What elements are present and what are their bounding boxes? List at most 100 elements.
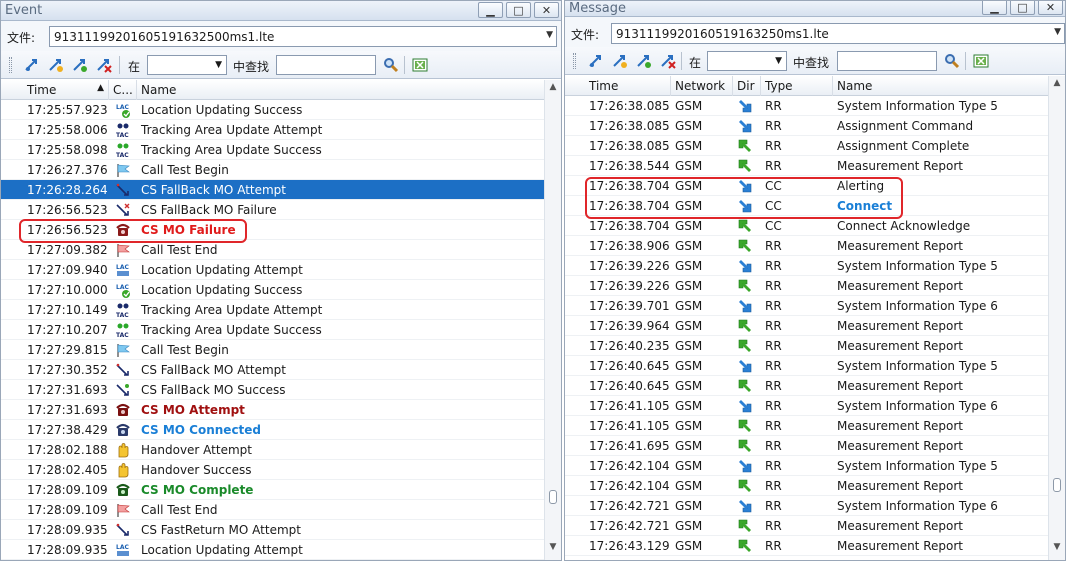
message-row[interactable]: 17:26:38.085 GSM RR Assignment Complete [565,136,1065,156]
column-header-category[interactable]: C... [109,80,137,100]
lac-icon: LAC [115,262,131,278]
event-row[interactable]: 17:26:27.376 Call Test Begin [1,160,561,180]
remove-filter-button[interactable] [95,56,113,74]
close-button[interactable]: ✕ [534,2,559,18]
add-filter-button[interactable] [71,56,89,74]
event-time: 17:26:28.264 [27,183,108,197]
message-row[interactable]: 17:26:38.085 GSM RR Assignment Command [565,116,1065,136]
search-button[interactable] [382,56,400,74]
toolbar-grip[interactable] [573,53,576,69]
search-input[interactable] [837,51,937,71]
message-row[interactable]: 17:26:43.129 GSM RR Measurement Report [565,536,1065,556]
event-row[interactable]: 17:28:09.935 LAC Location Updating Attempt [1,540,561,560]
event-row[interactable]: 17:27:10.207 TAC Tracking Area Update Succ… [1,320,561,340]
event-row[interactable]: 17:27:09.382 Call Test End [1,240,561,260]
event-row[interactable]: 17:28:09.109 CS MO Complete [1,480,561,500]
find-prev-button[interactable] [587,52,605,70]
message-row[interactable]: 17:26:38.704 GSM CC Alerting [565,176,1065,196]
add-filter-button[interactable] [635,52,653,70]
event-row[interactable]: 17:25:58.098 TAC Tracking Area Update Succ… [1,140,561,160]
scroll-up-icon[interactable]: ▲ [545,82,561,98]
event-grid: Time ▲ C... Name 17:25:57.923 LAC Location … [1,80,561,560]
toolbar-grip[interactable] [9,57,12,73]
message-row[interactable]: 17:26:40.235 GSM RR Measurement Report [565,336,1065,356]
maximize-button[interactable]: □ [506,2,531,18]
event-row[interactable]: 17:27:29.815 Call Test Begin [1,340,561,360]
column-header-name[interactable]: Name [833,76,1051,96]
scroll-down-icon[interactable]: ▼ [1049,542,1065,558]
event-row[interactable]: 17:25:57.923 LAC Location Updating Success [1,100,561,120]
find-next-button[interactable] [611,52,629,70]
event-row[interactable]: 17:27:30.352 CS FallBack MO Attempt [1,360,561,380]
event-name: CS MO Attempt [141,403,245,417]
column-select[interactable]: ▼ [147,55,227,75]
message-vscrollbar[interactable]: ▲ ▼ [1048,76,1065,560]
message-row[interactable]: 17:26:38.544 GSM RR Measurement Report [565,156,1065,176]
event-row[interactable]: 17:28:02.405 Handover Success [1,460,561,480]
message-row[interactable]: 17:26:42.104 GSM RR System Information Type… [565,456,1065,476]
message-row[interactable]: 17:26:42.721 GSM RR Measurement Report [565,516,1065,536]
scroll-down-icon[interactable]: ▼ [545,542,561,558]
message-row[interactable]: 17:26:38.085 GSM RR System Information Type… [565,96,1065,116]
minimize-button[interactable]: ▁ [982,1,1007,15]
scroll-thumb[interactable] [1053,478,1061,492]
maximize-button[interactable]: □ [1010,1,1035,15]
message-row[interactable]: 17:26:40.645 GSM RR System Information Type… [565,356,1065,376]
message-row[interactable]: 17:26:38.704 GSM CC Connect Acknowledge [565,216,1065,236]
search-icon [384,58,399,73]
close-button[interactable]: ✕ [1038,1,1063,15]
column-header-type[interactable]: Type [761,76,833,96]
message-row[interactable]: 17:26:39.964 GSM RR Measurement Report [565,316,1065,336]
column-header-name[interactable]: Name [137,80,545,100]
scroll-up-icon[interactable]: ▲ [1049,78,1065,94]
message-row[interactable]: 17:26:39.701 GSM RR System Information Type… [565,296,1065,316]
message-row[interactable]: 17:26:39.226 GSM RR System Information Type… [565,256,1065,276]
find-prev-button[interactable] [23,56,41,74]
event-row[interactable]: 17:27:09.940 LAC Location Updating Attempt [1,260,561,280]
search-input[interactable] [276,55,376,75]
column-header-time[interactable]: Time [585,76,671,96]
event-row[interactable]: 17:27:10.149 TAC Tracking Area Update Atte… [1,300,561,320]
column-header-time[interactable]: Time ▲ [23,80,109,100]
message-network: GSM [675,519,703,533]
column-select[interactable]: ▼ [707,51,787,71]
event-vscrollbar[interactable]: ▲ ▼ [544,80,561,560]
message-row[interactable]: 17:26:41.105 GSM RR Measurement Report [565,416,1065,436]
message-row[interactable]: 17:26:41.105 GSM RR System Information Type… [565,396,1065,416]
message-name: Measurement Report [837,419,963,433]
event-row[interactable]: 17:25:58.006 TAC Tracking Area Update Atte… [1,120,561,140]
message-row[interactable]: 17:26:41.695 GSM RR Measurement Report [565,436,1065,456]
minimize-button[interactable]: ▁ [478,2,503,18]
find-next-button[interactable] [47,56,65,74]
remove-filter-button[interactable] [659,52,677,70]
event-row[interactable]: 17:28:02.188 Handover Attempt [1,440,561,460]
message-time: 17:26:39.226 [589,279,670,293]
message-row[interactable]: 17:26:38.704 GSM CC Connect [565,196,1065,216]
column-header-network[interactable]: Network [671,76,733,96]
event-row[interactable]: 17:26:28.264 CS FallBack MO Attempt [1,180,561,200]
event-row[interactable]: 17:26:56.523 CS MO Failure [1,220,561,240]
event-row[interactable]: 17:27:10.000 LAC Location Updating Success [1,280,561,300]
file-select[interactable]: 9131119920160519163250ms1.lte ▼ [611,23,1065,44]
message-row[interactable]: 17:26:39.226 GSM RR Measurement Report [565,276,1065,296]
message-row[interactable]: 17:26:38.906 GSM RR Measurement Report [565,236,1065,256]
flag-blue-icon [115,162,131,178]
message-row[interactable]: 17:26:42.721 GSM RR System Information Type… [565,496,1065,516]
export-excel-button[interactable] [411,56,429,74]
event-row[interactable]: 17:28:09.109 Call Test End [1,500,561,520]
scroll-thumb[interactable] [549,490,557,504]
export-excel-button[interactable] [972,52,990,70]
search-button[interactable] [943,52,961,70]
message-row[interactable]: 17:26:40.645 GSM RR Measurement Report [565,376,1065,396]
event-row[interactable]: 17:28:09.935 CS FastReturn MO Attempt [1,520,561,540]
event-row[interactable]: 17:27:31.693 CS FallBack MO Success [1,380,561,400]
event-row[interactable]: 17:26:56.523 CS FallBack MO Failure [1,200,561,220]
event-row[interactable]: 17:27:38.429 CS MO Connected [1,420,561,440]
file-select[interactable]: 91311199201605191632500ms1.lte ▼ [49,26,557,47]
message-time: 17:26:39.964 [589,319,670,333]
message-name: Measurement Report [837,279,963,293]
column-header-dir[interactable]: Dir [733,76,761,96]
event-row[interactable]: 17:27:31.693 CS MO Attempt [1,400,561,420]
fallback-ok-icon [115,382,131,398]
message-row[interactable]: 17:26:42.104 GSM RR Measurement Report [565,476,1065,496]
